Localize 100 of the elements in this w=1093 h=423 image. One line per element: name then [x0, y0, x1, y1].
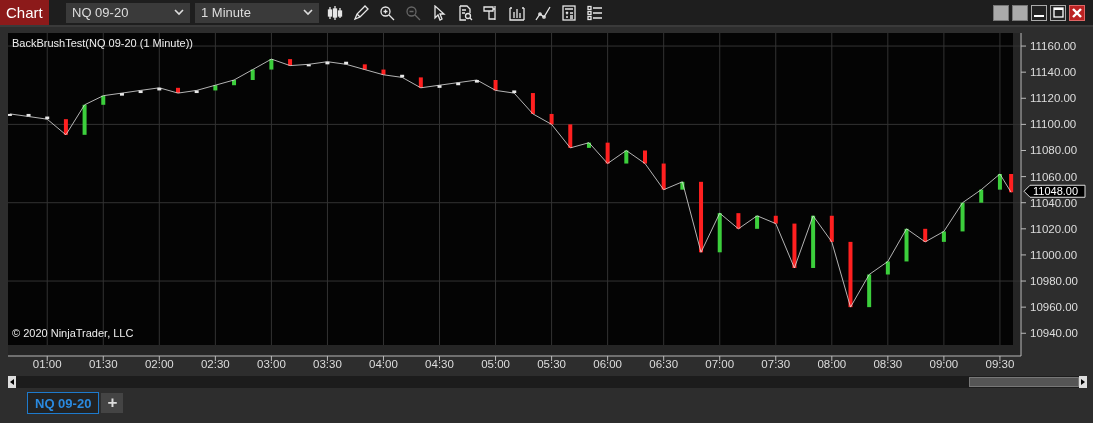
candle	[138, 90, 143, 94]
candle	[250, 69, 255, 80]
price-marker: 11048.00	[1023, 184, 1086, 198]
candle	[63, 119, 68, 135]
candle	[400, 74, 405, 78]
x-tick-label: 01:30	[88, 358, 118, 370]
candle	[680, 181, 685, 190]
x-tick-label: 05:30	[537, 358, 566, 370]
candle	[923, 228, 928, 242]
scroll-right-icon[interactable]	[1079, 376, 1087, 388]
x-tick-label: 02:00	[144, 358, 174, 370]
candle	[829, 215, 834, 242]
candle	[568, 124, 573, 148]
candle	[867, 274, 872, 308]
candle	[157, 87, 162, 91]
candle	[213, 85, 218, 91]
candle	[997, 174, 1002, 190]
candle	[624, 150, 629, 164]
candle	[755, 215, 760, 229]
candle	[269, 59, 274, 70]
candle	[418, 77, 423, 88]
y-tick-label: 11120.00	[1030, 92, 1077, 105]
y-tick-label: 11020.00	[1030, 222, 1078, 235]
x-tick-label: 04:30	[425, 358, 454, 370]
x-tick-label: 09:30	[985, 358, 1015, 370]
chart-tab[interactable]: NQ 09-20	[27, 392, 100, 414]
candle	[119, 93, 124, 96]
candle	[381, 69, 386, 75]
candle	[904, 228, 909, 262]
candle	[101, 95, 106, 105]
y-tick-label: 11080.00	[1030, 144, 1078, 157]
candle	[456, 82, 461, 86]
y-tick-label: 10980.00	[1030, 275, 1078, 288]
candle	[773, 215, 778, 224]
candle	[288, 59, 293, 66]
x-tick-label: 06:00	[593, 358, 623, 370]
candle	[45, 116, 50, 120]
candle	[1009, 174, 1014, 193]
x-tick-label: 07:30	[761, 358, 791, 370]
y-tick-label: 11060.00	[1030, 170, 1078, 183]
x-tick-label: 01:00	[32, 358, 62, 370]
instrument-dropdown[interactable]: NQ 09-20	[66, 2, 190, 23]
horizontal-scrollbar[interactable]	[8, 376, 1087, 388]
y-tick-label: 11160.00	[1030, 40, 1077, 53]
candle	[512, 90, 517, 94]
candle	[26, 113, 31, 117]
indicator-label: BackBrushTest(NQ 09-20 (1 Minute))	[12, 37, 193, 49]
candle	[605, 142, 610, 164]
add-tab-button[interactable]: +	[101, 393, 124, 413]
x-tick-label: 03:00	[257, 358, 286, 370]
copyright-text: © 2020 NinjaTrader, LLC	[12, 327, 134, 339]
candle	[549, 113, 554, 125]
candle	[848, 241, 853, 308]
candle	[437, 85, 442, 88]
y-tick-label: 11000.00	[1030, 248, 1078, 261]
x-tick-label: 02:30	[200, 358, 230, 370]
candle	[194, 90, 199, 94]
candle	[493, 80, 498, 91]
candle	[960, 202, 965, 232]
x-tick-label: 06:30	[649, 358, 679, 370]
candle	[792, 223, 797, 268]
x-tick-label: 03:30	[313, 358, 342, 370]
candle	[362, 64, 367, 70]
x-tick-label: 05:00	[481, 358, 510, 370]
candle	[306, 64, 311, 67]
y-tick-label: 11100.00	[1030, 118, 1077, 131]
y-tick-label: 11040.00	[1030, 196, 1078, 209]
candle	[82, 104, 87, 135]
candle	[885, 261, 890, 275]
chevron-down-icon[interactable]	[303, 9, 313, 16]
candle	[344, 61, 349, 65]
candle	[979, 189, 984, 203]
candle	[8, 113, 12, 116]
chevron-down-icon[interactable]	[174, 9, 184, 16]
scrollbar-thumb[interactable]	[969, 377, 1079, 387]
window-title: Chart	[0, 0, 49, 25]
scroll-left-icon[interactable]	[8, 376, 16, 388]
candle	[325, 61, 330, 65]
candle	[661, 163, 666, 190]
y-tick-label: 11140.00	[1030, 66, 1077, 79]
y-tick-label: 10960.00	[1030, 301, 1078, 314]
x-tick-label: 04:00	[369, 358, 398, 370]
x-tick-label: 08:30	[873, 358, 903, 370]
x-tick-label: 09:00	[929, 358, 959, 370]
y-tick-label: 10940.00	[1030, 327, 1078, 340]
candle	[530, 93, 535, 114]
candle	[643, 150, 647, 164]
x-tick-label: 08:00	[817, 358, 847, 370]
candle	[736, 213, 741, 229]
candle	[941, 231, 946, 242]
window-button[interactable]	[993, 4, 1009, 21]
candle	[717, 213, 722, 253]
x-tick-label: 07:00	[705, 358, 735, 370]
interval-dropdown[interactable]: 1 Minute	[195, 2, 319, 23]
candle	[232, 80, 237, 86]
candle	[699, 181, 704, 253]
candle	[811, 215, 816, 268]
window-button[interactable]	[1012, 4, 1028, 21]
candle	[586, 142, 591, 148]
candle	[474, 80, 479, 83]
